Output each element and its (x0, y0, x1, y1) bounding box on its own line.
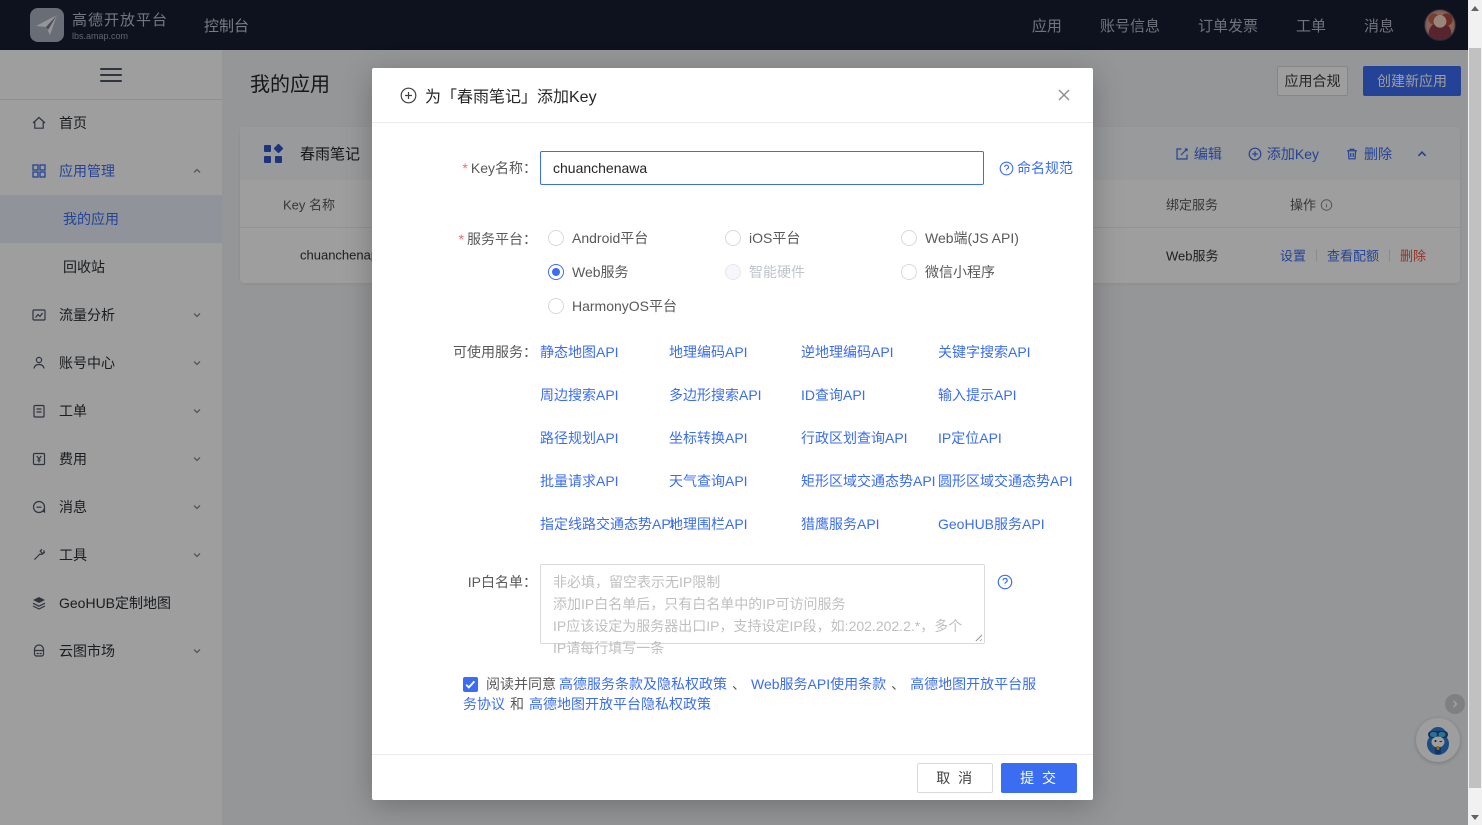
agreement-checkbox[interactable] (463, 677, 478, 692)
service-link[interactable]: 天气查询API (669, 471, 801, 491)
service-link[interactable]: 圆形区域交通态势API (938, 471, 1081, 491)
service-link[interactable]: ID查询API (801, 385, 938, 405)
ip-placeholder-line: 非必填，留空表示无IP限制 (553, 574, 721, 590)
radio-web-js-api[interactable]: Web端(JS API) (901, 228, 1019, 248)
radio-android[interactable]: Android平台 (548, 228, 725, 248)
service-link[interactable]: 静态地图API (540, 342, 669, 362)
radio-smart-hardware: 智能硬件 (725, 262, 901, 282)
agreement-prefix: 阅读并同意 (486, 676, 556, 692)
service-link[interactable]: 猎鹰服务API (801, 514, 938, 534)
terms-link-amap[interactable]: 高德服务条款及隐私权政策 (559, 676, 727, 692)
agreement-row: 阅读并同意 高德服务条款及隐私权政策、 Web服务API使用条款、高德地图开放平台服… (372, 674, 1093, 714)
check-icon (465, 680, 476, 689)
modal-footer: 取 消 提 交 (372, 754, 1093, 800)
radio-icon (901, 230, 917, 246)
service-link[interactable]: 逆地理编码API (801, 342, 938, 362)
key-name-label: * Key名称： (462, 160, 537, 176)
required-mark: * (458, 231, 464, 247)
radio-icon (548, 298, 564, 314)
services-label: 可使用服务： (453, 344, 537, 360)
service-links: 静态地图API 地理编码API 逆地理编码API 关键字搜索API 周边搜索AP… (540, 342, 1081, 534)
ip-whitelist-label: IP白名单： (467, 574, 537, 590)
key-name-input[interactable] (540, 151, 984, 185)
scrollbar-thumb[interactable] (1469, 48, 1481, 788)
service-link[interactable]: 批量请求API (540, 471, 669, 491)
required-mark: * (462, 160, 468, 176)
radio-icon (548, 230, 564, 246)
radio-selected-icon (548, 264, 564, 280)
scroll-down-arrow[interactable] (1468, 809, 1482, 825)
terms-link-privacy-policy[interactable]: 高德地图开放平台隐私权政策 (529, 696, 711, 712)
ip-whitelist-row: IP白名单： 非必填，留空表示无IP限制 添加IP白名单后，只有白名单中的IP可… (372, 564, 1093, 656)
separator: 和 (510, 696, 524, 712)
platform-label: * 服务平台： (458, 231, 537, 247)
naming-rules-link[interactable]: 命名规范 (999, 158, 1073, 178)
browser-scrollbar[interactable] (1468, 0, 1482, 825)
radio-disabled-icon (725, 264, 741, 280)
question-circle-icon[interactable] (997, 574, 1013, 590)
radio-icon (901, 264, 917, 280)
key-name-row: *Key名称： 命名规范 (372, 151, 1093, 185)
services-row: 可使用服务： 静态地图API 地理编码API 逆地理编码API 关键字搜索API… (372, 342, 1093, 534)
service-link[interactable]: 关键字搜索API (938, 342, 1081, 362)
radio-wechat-miniprogram[interactable]: 微信小程序 (901, 262, 1019, 282)
ip-placeholder-line: 添加IP白名单后，只有白名单中的IP可访问服务 (553, 596, 846, 612)
ip-whitelist-textarea[interactable]: 非必填，留空表示无IP限制 添加IP白名单后，只有白名单中的IP可访问服务 IP… (540, 564, 985, 656)
circle-plus-icon (400, 87, 417, 103)
ip-placeholder-line: IP应该设定为服务器出口IP，支持设定IP段，如:202.202.2.*，多个I… (553, 618, 963, 656)
service-link[interactable]: 地理围栏API (669, 514, 801, 534)
modal-header: 为「春雨笔记」添加Key (372, 68, 1093, 123)
close-icon[interactable] (1055, 86, 1073, 104)
service-link[interactable]: 坐标转换API (669, 428, 801, 448)
separator: 、 (732, 676, 746, 692)
platform-options: Android平台 iOS平台 Web端(JS API) Web服务 智能硬件 … (548, 228, 1019, 316)
textarea-resize-handle[interactable] (973, 632, 982, 641)
question-circle-icon (999, 161, 1014, 175)
radio-harmonyos[interactable]: HarmonyOS平台 (548, 296, 725, 316)
service-link[interactable]: 多边形搜索API (669, 385, 801, 405)
service-link[interactable]: 矩形区域交通态势API (801, 471, 938, 491)
service-link[interactable]: 路径规划API (540, 428, 669, 448)
terms-link-web-api[interactable]: Web服务API使用条款 (751, 676, 886, 692)
radio-web-service[interactable]: Web服务 (548, 262, 725, 282)
submit-button[interactable]: 提 交 (1001, 762, 1077, 793)
service-link[interactable]: 指定线路交通态势API (540, 514, 675, 534)
service-link[interactable]: GeoHUB服务API (938, 514, 1081, 534)
platform-row: * 服务平台： Android平台 iOS平台 Web端(JS API) Web服… (372, 228, 1093, 316)
separator: 、 (891, 676, 906, 692)
app-window: 高德开放平台 lbs.amap.com 控制台 应用 账号信息 订单发票 工单 … (0, 0, 1482, 825)
service-link[interactable]: 地理编码API (669, 342, 801, 362)
cancel-button[interactable]: 取 消 (917, 762, 994, 793)
modal-title: 为「春雨笔记」添加Key (400, 83, 597, 107)
radio-icon (725, 230, 741, 246)
service-link[interactable]: 输入提示API (938, 385, 1081, 405)
service-link[interactable]: 行政区划查询API (801, 428, 938, 448)
service-link[interactable]: IP定位API (938, 428, 1081, 448)
scroll-up-arrow[interactable] (1468, 0, 1482, 16)
add-key-modal: 为「春雨笔记」添加Key *Key名称： 命名规范 *服务平台： Android… (372, 68, 1093, 800)
service-link[interactable]: 周边搜索API (540, 385, 669, 405)
radio-ios[interactable]: iOS平台 (725, 228, 901, 248)
